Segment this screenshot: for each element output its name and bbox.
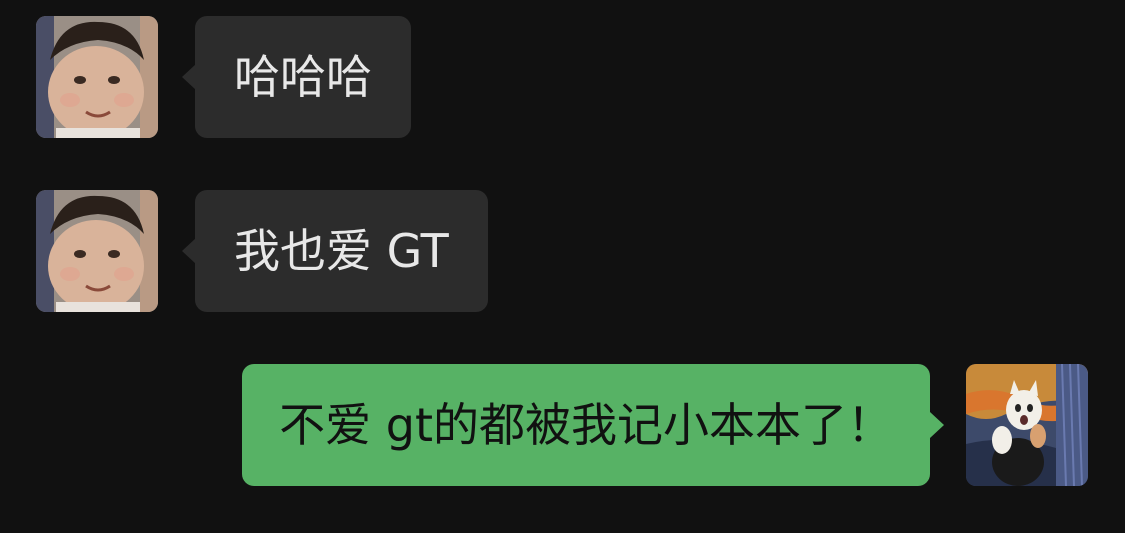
cat-scream-icon (966, 364, 1088, 486)
message-text: 哈哈哈 (234, 50, 372, 104)
child-face-icon (36, 16, 158, 138)
child-face-icon (36, 190, 158, 312)
message-text: 我也爱 GT (234, 224, 449, 278)
bubble-tail (182, 238, 196, 264)
message-text: 不爱 gt的都被我记小本本了！ (279, 398, 893, 452)
message-bubble[interactable]: 我也爱 GT (195, 190, 488, 312)
child-avatar[interactable] (36, 16, 158, 138)
bubble-tail (930, 412, 944, 438)
bubble-tail (182, 64, 196, 90)
message-bubble[interactable]: 哈哈哈 (195, 16, 411, 138)
child-avatar[interactable] (36, 190, 158, 312)
cat-avatar[interactable] (966, 364, 1088, 486)
message-bubble[interactable]: 不爱 gt的都被我记小本本了！ (242, 364, 930, 486)
